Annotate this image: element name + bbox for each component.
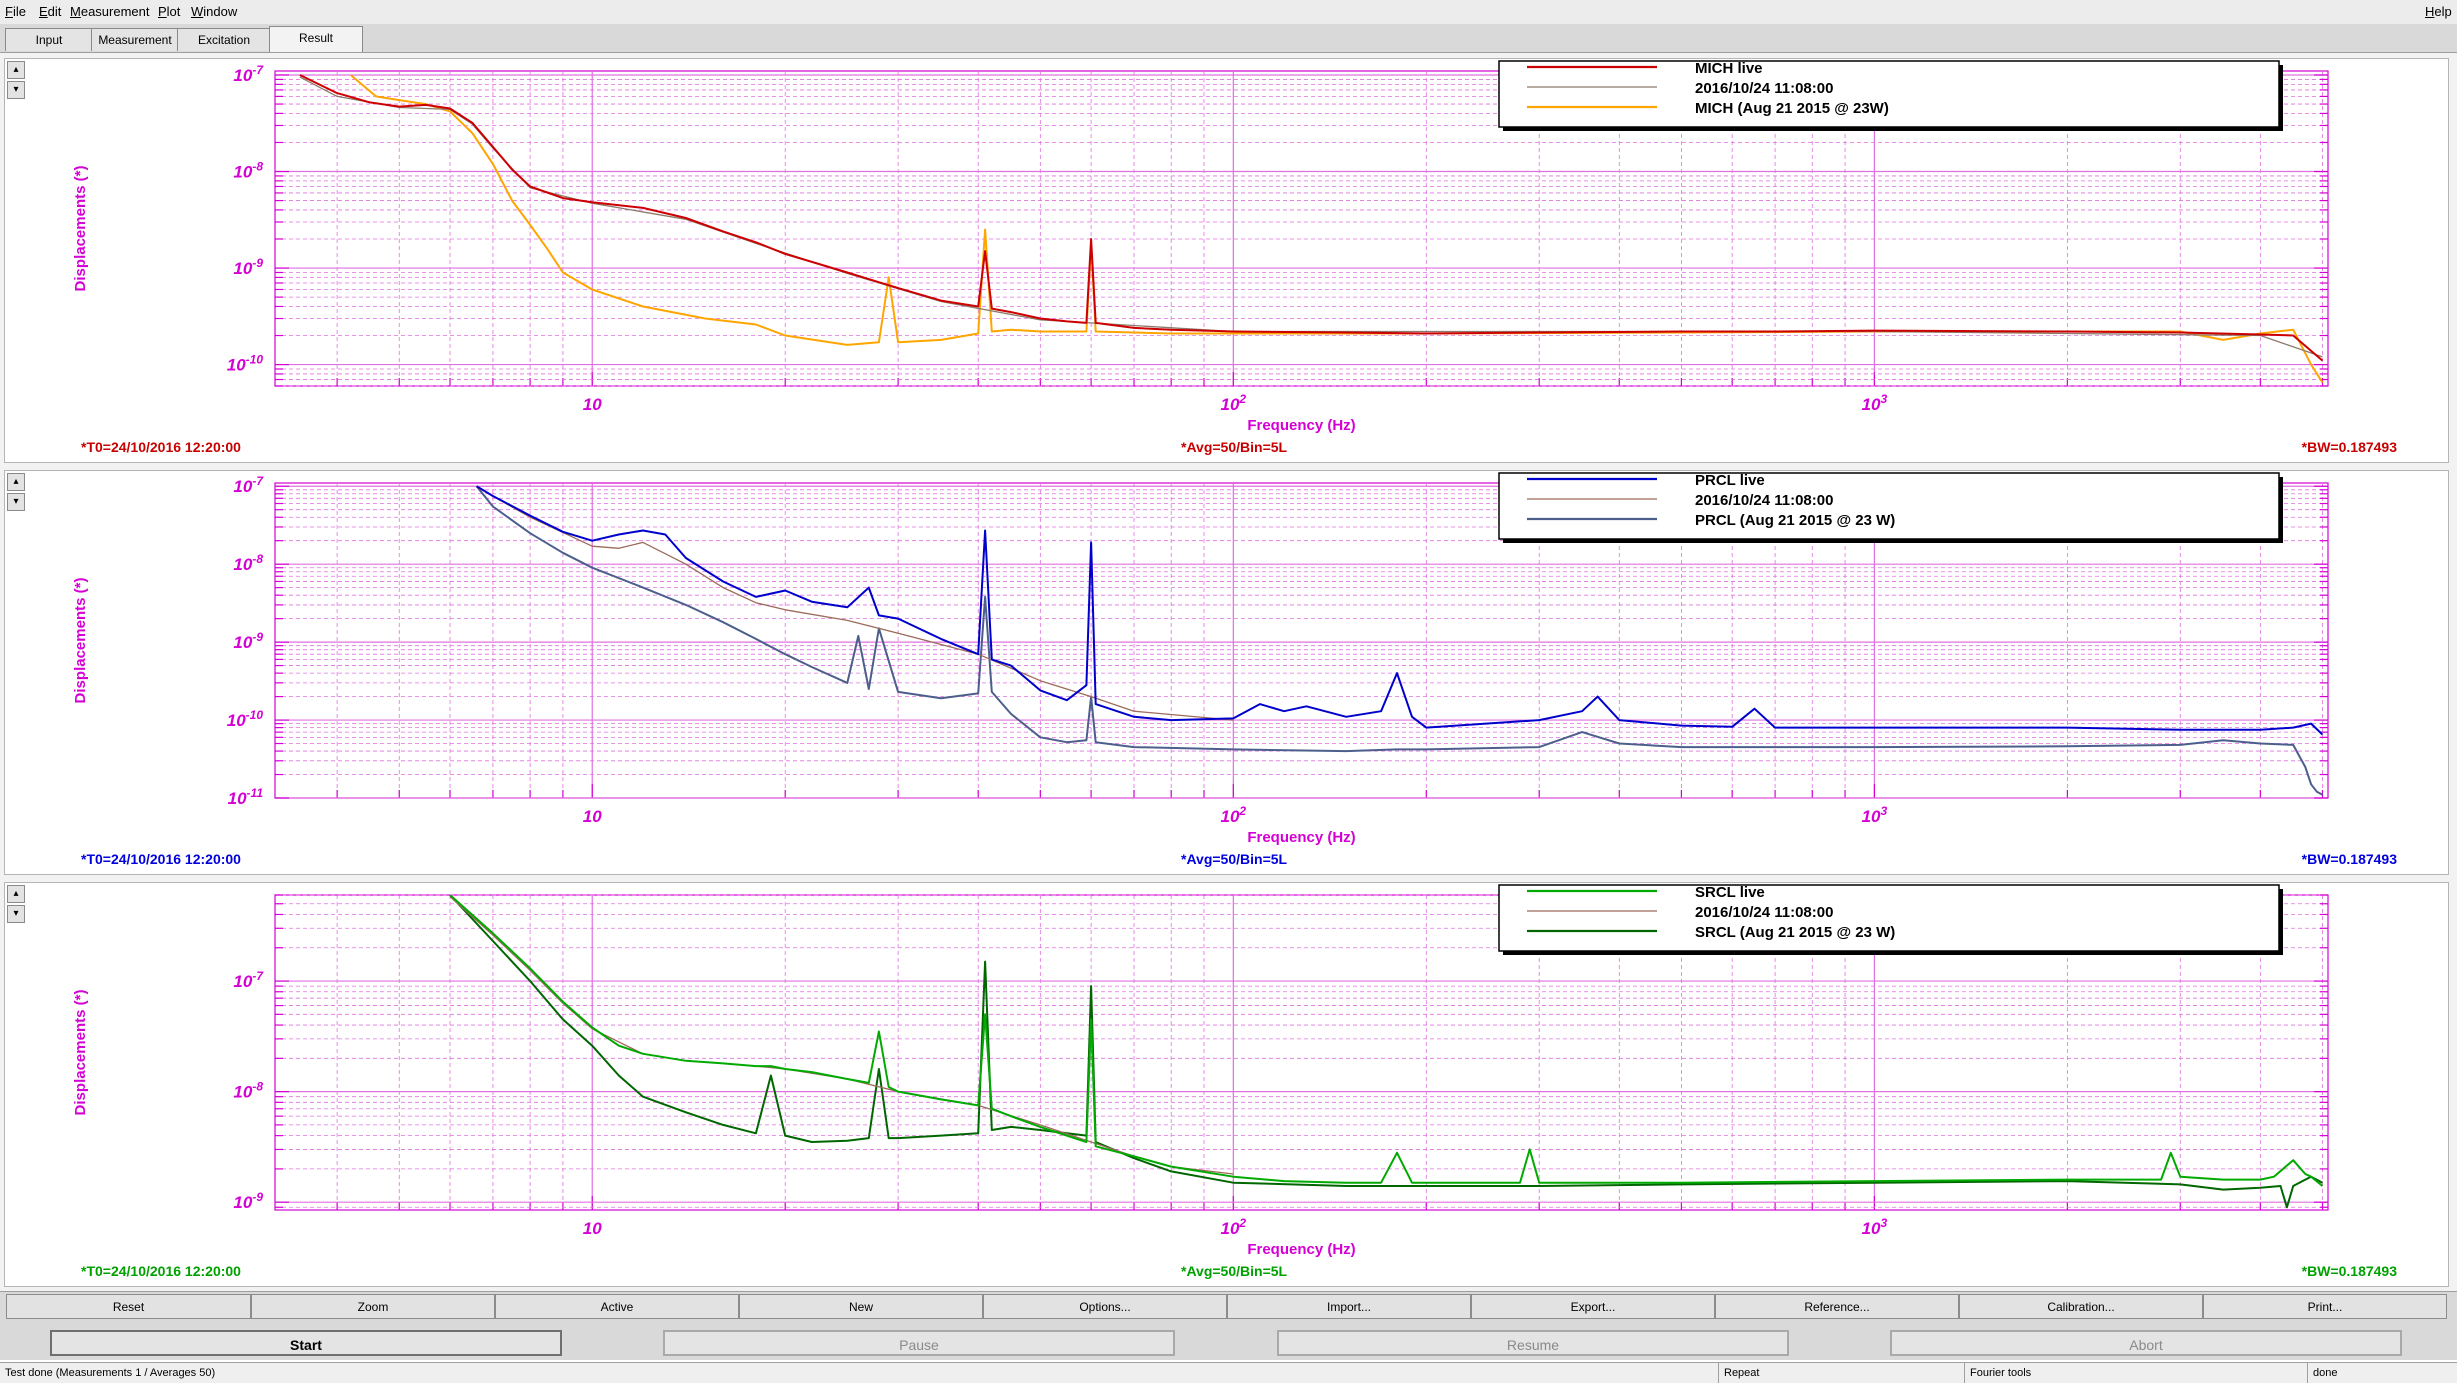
legend-label: PRCL (Aug 21 2015 @ 23 W) [1695, 512, 1895, 529]
y-tick-label: 10-7 [233, 63, 264, 85]
legend-label: SRCL (Aug 21 2015 @ 23 W) [1695, 924, 1895, 941]
x-tick-label: 103 [1862, 1216, 1888, 1238]
menu-window[interactable]: Window [191, 0, 237, 24]
start-button[interactable]: Start [50, 1330, 562, 1356]
tab-input[interactable]: Input [5, 28, 93, 51]
status-state: done [2307, 1363, 2457, 1383]
legend-label: PRCL live [1695, 472, 1765, 489]
footer-avg: *Avg=50/Bin=5L [1181, 1263, 1288, 1279]
x-tick-label: 10 [583, 395, 602, 414]
reference-button[interactable]: Reference... [1715, 1294, 1959, 1319]
footer-avg: *Avg=50/Bin=5L [1181, 851, 1288, 867]
legend-label: 2016/10/24 11:08:00 [1695, 492, 1833, 509]
legend: MICH live 2016/10/24 11:08:00 MICH (Aug 21… [1498, 60, 2283, 131]
export-button[interactable]: Export... [1471, 1294, 1715, 1319]
y-tick-label: 10-10 [227, 708, 264, 730]
x-tick-label: 102 [1221, 392, 1247, 414]
y-tick-label: 10-7 [233, 969, 264, 991]
status-message: Test done (Measurements 1 / Averages 50) [5, 1367, 216, 1379]
tab-bar: Input Measurement Excitation Result [0, 24, 2457, 53]
new-button[interactable]: New [739, 1294, 983, 1319]
status-tools: Fourier tools [1964, 1363, 2307, 1383]
status-repeat: Repeat [1718, 1363, 1964, 1383]
y-tick-label: 10-11 [228, 786, 264, 808]
x-tick-label: 103 [1862, 804, 1888, 826]
y-axis-label: Displacements (*) [72, 166, 89, 292]
y-tick-label: 10-10 [227, 353, 264, 375]
reset-button[interactable]: Reset [6, 1294, 251, 1319]
menu-bar: File Edit Measurement Plot Window Help [0, 0, 2457, 25]
chart-srcl[interactable]: 10 102 103 10-7 10-8 10-9 Frequency (Hz) Displa… [5, 883, 2448, 1286]
run-controls: Start Pause Resume Abort [0, 1322, 2457, 1360]
chart-prcl[interactable]: 10 102 103 10-7 10-8 10-9 10-10 10-11 Frequency … [5, 471, 2448, 874]
menu-edit[interactable]: Edit [39, 0, 61, 24]
tab-result[interactable]: Result [269, 26, 363, 52]
graph-panel-prcl: ▴ ▾ 10 102 103 10-7 10-8 10-9 10-10 10-11 Freque… [4, 470, 2449, 875]
footer-t0: *T0=24/10/2016 12:20:00 [81, 1263, 241, 1279]
y-tick-label: 10-7 [233, 474, 264, 496]
footer-bw: *BW=0.187493 [2302, 851, 2398, 867]
y-tick-label: 10-8 [233, 160, 263, 182]
options-button[interactable]: Options... [983, 1294, 1227, 1319]
y-tick-label: 10-8 [233, 552, 263, 574]
x-axis-label: Frequency (Hz) [1247, 829, 1355, 846]
calibration-button[interactable]: Calibration... [1959, 1294, 2203, 1319]
y-tick-label: 10-9 [233, 256, 263, 278]
x-tick-label: 102 [1221, 1216, 1247, 1238]
print-button[interactable]: Print... [2203, 1294, 2447, 1319]
x-tick-label: 10 [583, 1219, 602, 1238]
legend-label: 2016/10/24 11:08:00 [1695, 80, 1833, 97]
legend-label: MICH (Aug 21 2015 @ 23W) [1695, 100, 1889, 117]
footer-bw: *BW=0.187493 [2302, 1263, 2398, 1279]
chart-mich[interactable]: 10 102 103 10-7 10-8 10-9 10-10 Frequency (Hz) D… [5, 59, 2448, 462]
footer-bw: *BW=0.187493 [2302, 439, 2398, 455]
y-axis-label: Displacements (*) [72, 990, 89, 1116]
x-tick-label: 10 [583, 807, 602, 826]
legend-box [1498, 60, 2280, 128]
x-tick-label: 102 [1221, 804, 1247, 826]
graph-panel-mich: ▴ ▾ 10 102 103 10-7 10-8 10-9 10-10 Frequency (… [4, 58, 2449, 463]
y-tick-label: 10-9 [233, 1190, 263, 1212]
x-axis-label: Frequency (Hz) [1247, 1241, 1355, 1258]
abort-button[interactable]: Abort [1890, 1330, 2402, 1356]
footer-t0: *T0=24/10/2016 12:20:00 [81, 851, 241, 867]
legend-label: SRCL live [1695, 884, 1765, 901]
legend-label: MICH live [1695, 60, 1763, 77]
zoom-button[interactable]: Zoom [251, 1294, 495, 1319]
legend-box [1498, 884, 2280, 952]
result-area: ▴ ▾ 10 102 103 10-7 10-8 10-9 10-10 Frequency (… [0, 53, 2457, 1293]
menu-file[interactable]: File [5, 0, 26, 24]
pause-button[interactable]: Pause [663, 1330, 1175, 1356]
menu-help[interactable]: Help [2425, 0, 2452, 24]
active-button[interactable]: Active [495, 1294, 739, 1319]
resume-button[interactable]: Resume [1277, 1330, 1789, 1356]
legend-label: 2016/10/24 11:08:00 [1695, 904, 1833, 921]
x-tick-label: 103 [1862, 392, 1888, 414]
menu-plot[interactable]: Plot [158, 0, 180, 24]
y-tick-label: 10-8 [233, 1080, 263, 1102]
x-axis-label: Frequency (Hz) [1247, 417, 1355, 434]
y-tick-label: 10-9 [233, 630, 263, 652]
tab-excitation[interactable]: Excitation [177, 28, 271, 51]
import-button[interactable]: Import... [1227, 1294, 1471, 1319]
footer-t0: *T0=24/10/2016 12:20:00 [81, 439, 241, 455]
menu-measurement[interactable]: Measurement [70, 0, 150, 24]
legend-box [1498, 472, 2280, 540]
status-bar: Test done (Measurements 1 / Averages 50)… [0, 1362, 2457, 1383]
footer-avg: *Avg=50/Bin=5L [1181, 439, 1288, 455]
legend: PRCL live 2016/10/24 11:08:00 PRCL (Aug 21… [1498, 472, 2283, 543]
plot-toolbar: Reset Zoom Active New Options... Import.… [0, 1291, 2457, 1322]
tab-measurement[interactable]: Measurement [91, 28, 179, 51]
legend: SRCL live 2016/10/24 11:08:00 SRCL (Aug 21… [1498, 884, 2283, 955]
graph-panel-srcl: ▴ ▾ 10 102 103 10-7 10-8 10-9 Frequency (Hz) Di… [4, 882, 2449, 1287]
y-axis-label: Displacements (*) [72, 578, 89, 704]
